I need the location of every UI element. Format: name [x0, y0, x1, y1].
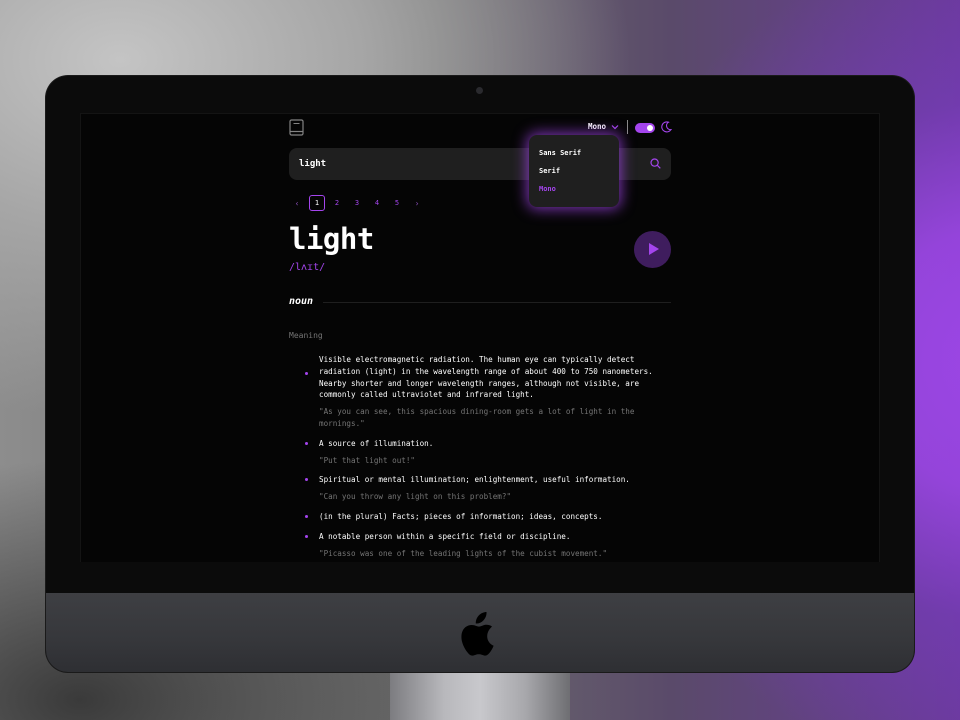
page-5-button[interactable]: 5	[389, 195, 405, 211]
definition-item: A notable person within a specific field…	[305, 531, 655, 560]
definition-text: A notable person within a specific field…	[319, 531, 571, 541]
definition-list: Visible electromagnetic radiation. The h…	[305, 354, 655, 562]
section-divider	[323, 302, 671, 303]
definition-item: Visible electromagnetic radiation. The h…	[305, 354, 655, 430]
font-select-value: Mono	[588, 122, 607, 131]
definition-example: "Can you throw any light on this problem…	[319, 492, 512, 502]
apple-logo-icon	[461, 612, 494, 656]
definition-text: Spiritual or mental illumination; enligh…	[319, 475, 630, 485]
font-option-mono[interactable]: Mono	[539, 185, 556, 193]
moon-icon	[661, 121, 672, 133]
play-icon	[649, 243, 659, 255]
font-family-select[interactable]: Mono	[588, 122, 619, 131]
imac-monitor: Mono light Sans Serif Serif Mono ‹ 1 2 3…	[46, 76, 914, 672]
search-icon[interactable]	[650, 158, 661, 169]
definition-text: A source of illumination.	[319, 438, 434, 448]
page-1-button[interactable]: 1	[309, 195, 325, 211]
webcam	[476, 87, 483, 94]
book-icon[interactable]	[289, 119, 304, 136]
screen: Mono light Sans Serif Serif Mono ‹ 1 2 3…	[80, 113, 880, 562]
bullet-icon	[305, 534, 308, 538]
bullet-icon	[305, 478, 308, 482]
definition-example: "As you can see, this spacious dining-ro…	[319, 407, 635, 428]
bullet-icon	[305, 372, 308, 375]
next-page-button[interactable]: ›	[409, 195, 425, 211]
header-divider	[627, 120, 628, 134]
definition-text: Visible electromagnetic radiation. The h…	[319, 355, 653, 400]
font-menu: Sans Serif Serif Mono	[529, 135, 619, 207]
part-of-speech: noun	[289, 296, 314, 307]
definition-item: A source of illumination. "Put that ligh…	[305, 438, 655, 467]
page-2-button[interactable]: 2	[329, 195, 345, 211]
monitor-stand	[390, 672, 570, 720]
font-option-serif[interactable]: Serif	[539, 167, 560, 175]
phonetic-text: /lʌɪt/	[289, 262, 326, 273]
definition-example: "Picasso was one of the leading lights o…	[319, 548, 608, 558]
play-audio-button[interactable]	[634, 231, 671, 268]
definition-item: (in the plural) Facts; pieces of informa…	[305, 511, 655, 523]
theme-toggle[interactable]	[635, 123, 655, 133]
app-header: Mono	[289, 119, 672, 137]
dictionary-app: Mono light Sans Serif Serif Mono ‹ 1 2 3…	[289, 114, 672, 562]
bullet-icon	[305, 514, 308, 518]
bullet-icon	[305, 441, 308, 445]
meaning-heading: Meaning	[289, 331, 323, 340]
definition-example: "Put that light out!"	[319, 455, 416, 465]
font-option-sans-serif[interactable]: Sans Serif	[539, 149, 581, 157]
definition-text: (in the plural) Facts; pieces of informa…	[319, 511, 603, 521]
word-title: light	[289, 222, 374, 256]
toggle-knob	[647, 125, 653, 131]
page-3-button[interactable]: 3	[349, 195, 365, 211]
definition-item: Spiritual or mental illumination; enligh…	[305, 474, 655, 503]
pagination: ‹ 1 2 3 4 5 ›	[289, 195, 429, 213]
page-4-button[interactable]: 4	[369, 195, 385, 211]
chevron-down-icon	[611, 124, 619, 129]
prev-page-button[interactable]: ‹	[289, 195, 305, 211]
